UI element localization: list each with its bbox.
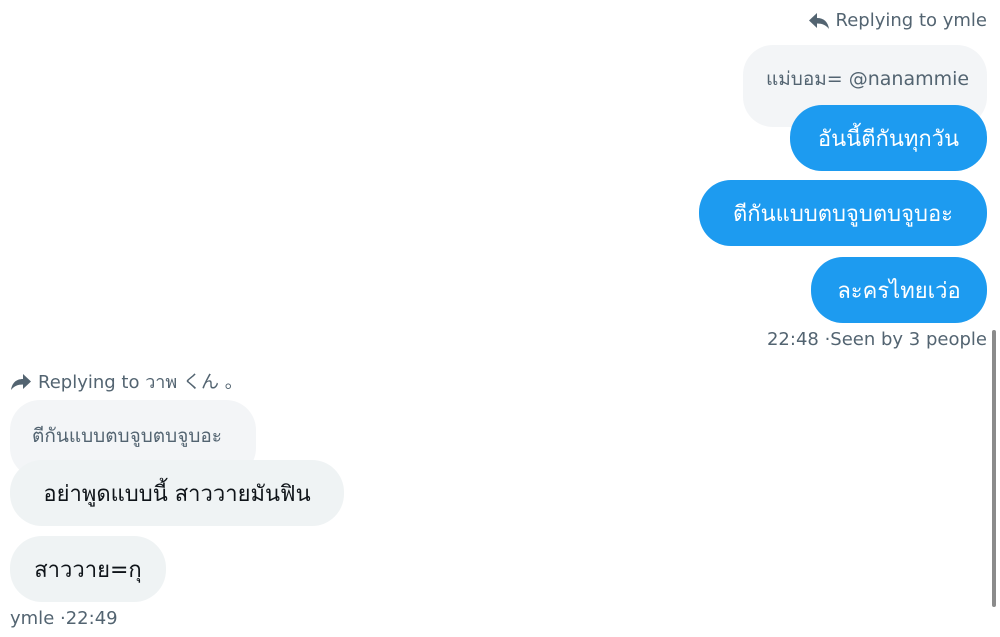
incoming-message-meta: ymle ·22:49 <box>10 608 118 629</box>
message-text: อย่าพูดแบบนี้ สาววายมันฟิน <box>43 481 311 507</box>
outgoing-reply-header[interactable]: Replying to ymle <box>808 10 987 31</box>
outgoing-reply-header-text: Replying to ymle <box>835 10 987 31</box>
message-text: ตีกันแบบตบจูบตบจูบอะ <box>733 201 953 227</box>
message-timestamp: ·22:49 <box>60 608 118 629</box>
outgoing-quoted-text: แม่บอม= @nanammie <box>766 68 970 90</box>
outgoing-message-meta: 22:48 ·Seen by 3 people <box>767 329 987 350</box>
scrollbar-thumb[interactable] <box>992 330 996 607</box>
outgoing-message[interactable]: ละครไทยเว่อ <box>811 257 987 323</box>
message-text: สาววาย=กุ <box>34 557 142 583</box>
incoming-quoted-text: ตีกันแบบตบจูบตบจูบอะ <box>32 425 222 447</box>
seen-status[interactable]: ·Seen by 3 people <box>825 329 987 350</box>
incoming-message[interactable]: อย่าพูดแบบนี้ สาววายมันฟิน <box>10 460 344 526</box>
message-text: อันนี้ตีกันทุกวัน <box>817 126 960 152</box>
reply-forward-icon <box>10 372 32 392</box>
incoming-message[interactable]: สาววาย=กุ <box>10 536 166 602</box>
reply-arrow-icon <box>808 11 830 31</box>
sender-name[interactable]: ymle <box>10 608 54 629</box>
message-timestamp: 22:48 <box>766 329 819 350</box>
outgoing-message[interactable]: ตีกันแบบตบจูบตบจูบอะ <box>699 180 987 246</box>
incoming-reply-header[interactable]: Replying to วาพ くん 。 <box>10 367 243 396</box>
message-text: ละครไทยเว่อ <box>837 278 961 304</box>
outgoing-message[interactable]: อันนี้ตีกันทุกวัน <box>790 105 987 171</box>
incoming-reply-header-text: Replying to วาพ くん 。 <box>38 372 243 393</box>
